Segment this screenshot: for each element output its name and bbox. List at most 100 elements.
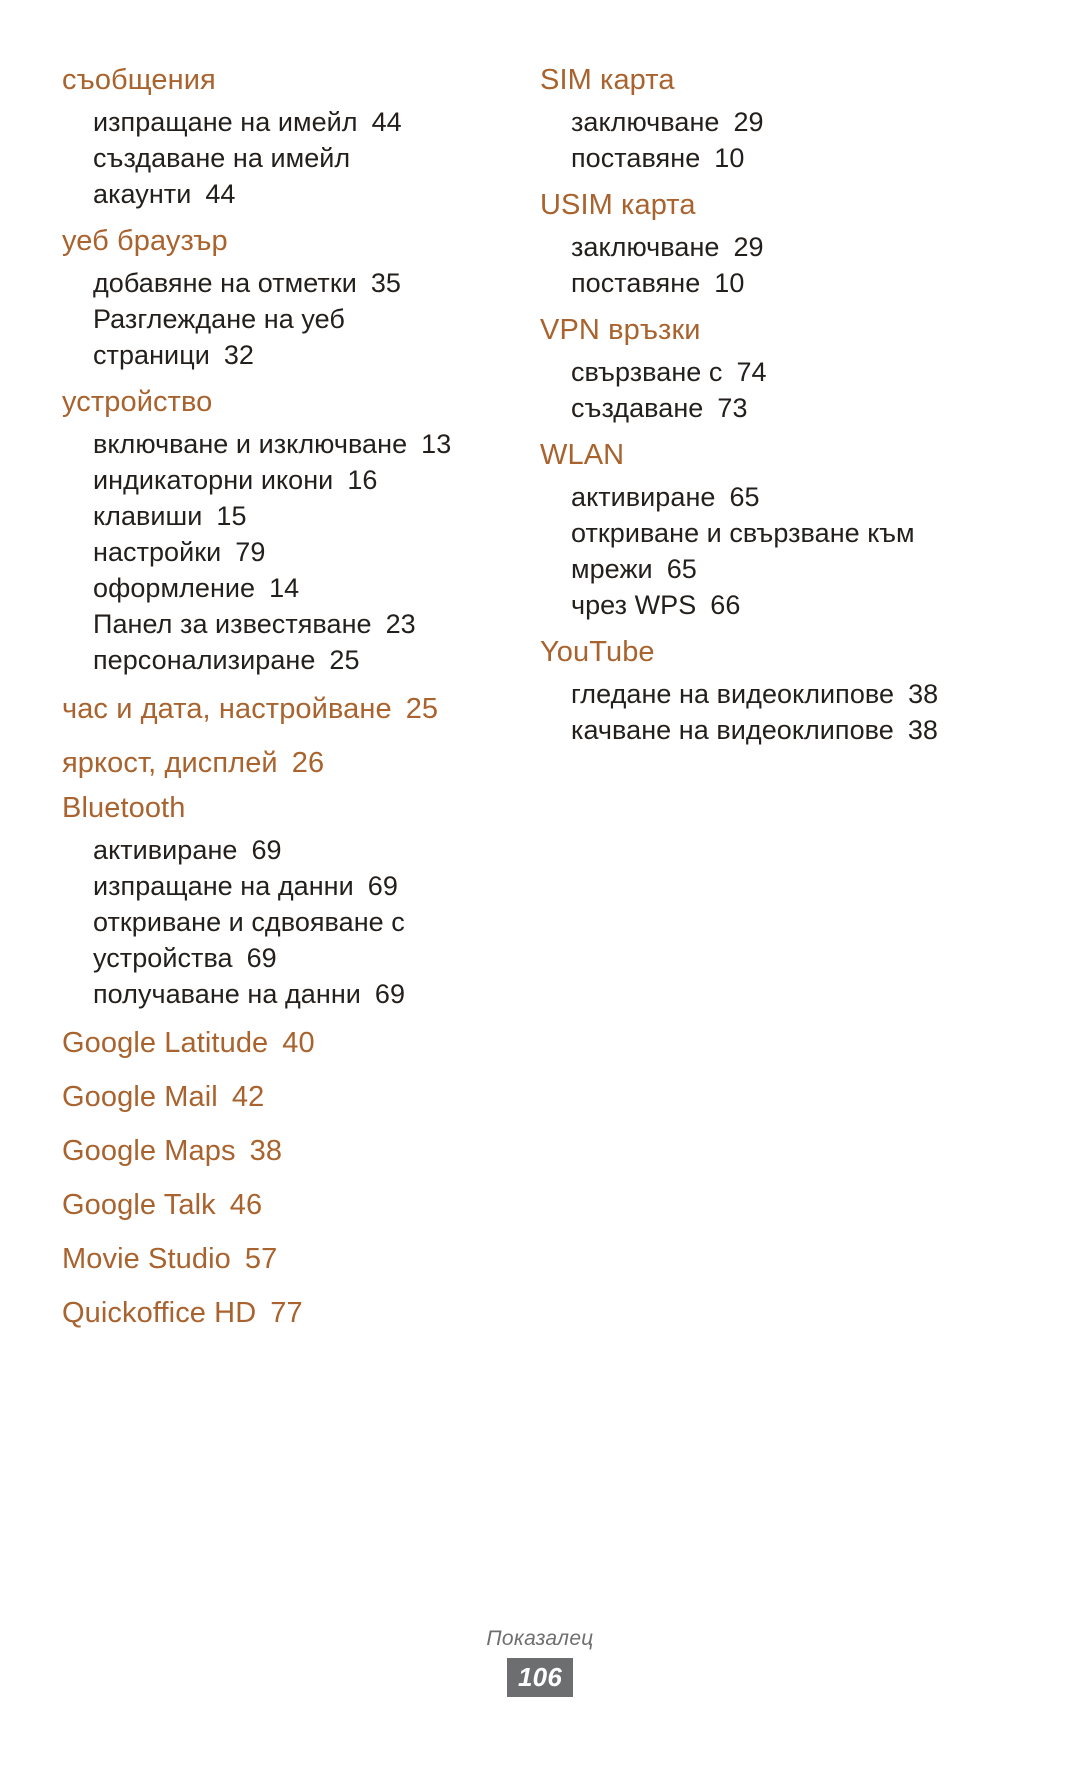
index-heading[interactable]: Google Talk 46 [62, 1183, 492, 1228]
index-subentry-page-number: 69 [374, 979, 406, 1009]
index-subentry[interactable]: получаване на данни 69 [62, 976, 492, 1012]
index-heading[interactable]: Quickoffice HD 77 [62, 1291, 492, 1336]
index-subentry-label: поставяне [571, 268, 701, 298]
index-subentry-label: изпращане на данни [93, 871, 354, 901]
index-subentry[interactable]: изпращане на имейл 44 [62, 104, 492, 140]
index-subentry[interactable]: гледане на видеоклипове 38 [540, 676, 970, 712]
index-subentry-page-number: 29 [733, 232, 764, 262]
index-group: SIM карта заключване 29 поставяне 10 [540, 58, 970, 176]
index-heading[interactable]: Bluetooth [62, 786, 492, 831]
index-heading-page-number: 57 [244, 1243, 278, 1275]
index-subentry-label: Панел за известяване [93, 609, 372, 639]
index-subentry-page-number: 73 [717, 393, 748, 423]
index-subentry[interactable]: поставяне 10 [540, 265, 970, 301]
index-subentry-label: откриване и свързване към мрежи [571, 518, 923, 584]
index-column-right: SIM карта заключване 29 поставяне 10 USIM кар… [522, 58, 970, 755]
index-group: Google Mail 42 [62, 1075, 492, 1120]
index-heading-label: Bluetooth [62, 792, 186, 824]
index-subentry-page-number: 74 [736, 357, 767, 387]
index-heading[interactable]: яркост, дисплей 26 [62, 741, 492, 786]
index-heading-page-number: 46 [229, 1189, 263, 1221]
index-heading[interactable]: Google Mail 42 [62, 1075, 492, 1120]
index-subentry[interactable]: клавиши 15 [62, 498, 492, 534]
index-heading-page-number: 42 [231, 1081, 265, 1113]
index-subentry-list: включване и изключване 13 индикаторни икон… [62, 426, 492, 678]
index-heading[interactable]: час и дата, настройване 25 [62, 687, 492, 732]
index-heading-label: SIM карта [540, 64, 675, 96]
index-subentry[interactable]: заключване 29 [540, 229, 970, 265]
index-heading[interactable]: USIM карта [540, 183, 970, 228]
index-subentry-page-number: 44 [205, 179, 236, 209]
index-subentry[interactable]: чрез WPS 66 [540, 587, 970, 623]
index-heading[interactable]: WLAN [540, 433, 970, 478]
index-subentry[interactable]: поставяне 10 [540, 140, 970, 176]
index-subentry-page-number: 14 [269, 573, 300, 603]
index-subentry[interactable]: добавяне на отметки 35 [62, 265, 492, 301]
index-subentry-label: чрез WPS [571, 590, 697, 620]
index-group: Movie Studio 57 [62, 1237, 492, 1282]
index-heading[interactable]: Google Latitude 40 [62, 1021, 492, 1066]
index-heading[interactable]: уеб браузър [62, 219, 492, 264]
index-heading-label: устройство [62, 386, 213, 418]
index-subentry[interactable]: откриване и сдвояване с устройства 69 [62, 904, 492, 976]
index-heading[interactable]: SIM карта [540, 58, 970, 103]
index-group: Google Latitude 40 [62, 1021, 492, 1066]
index-subentry-page-number: 79 [235, 537, 266, 567]
index-subentry-label: активиране [93, 835, 238, 865]
index-subentry-page-number: 65 [666, 554, 697, 584]
page-footer: Показалец 106 [0, 1626, 1080, 1697]
index-subentry-page-number: 32 [223, 340, 254, 370]
index-subentry-label: добавяне на отметки [93, 268, 357, 298]
index-subentry[interactable]: създаване на имейл акаунти 44 [62, 140, 492, 212]
index-subentry[interactable]: настройки 79 [62, 534, 492, 570]
index-heading-label: Google Maps [62, 1135, 236, 1167]
index-heading-label: час и дата, настройване [62, 693, 392, 725]
index-subentry[interactable]: включване и изключване 13 [62, 426, 492, 462]
index-subentry-page-number: 44 [371, 107, 402, 137]
index-heading[interactable]: устройство [62, 380, 492, 425]
index-subentry-label: настройки [93, 537, 222, 567]
index-subentry-label: оформление [93, 573, 256, 603]
index-subentry-page-number: 69 [251, 835, 282, 865]
index-subentry-list: активиране 65 откриване и свързване към мр… [540, 479, 970, 623]
index-subentry[interactable]: оформление 14 [62, 570, 492, 606]
index-subentry[interactable]: свързване с 74 [540, 354, 970, 390]
index-subentry[interactable]: Разглеждане на уеб страници 32 [62, 301, 492, 373]
index-group: YouTube гледане на видеоклипове 38 качване … [540, 630, 970, 748]
index-subentry[interactable]: активиране 69 [62, 832, 492, 868]
index-subentry[interactable]: създаване 73 [540, 390, 970, 426]
index-subentry-list: свързване с 74 създаване 73 [540, 354, 970, 426]
index-subentry[interactable]: заключване 29 [540, 104, 970, 140]
index-group: съобщения изпращане на имейл 44 създаване н… [62, 58, 492, 212]
index-columns: съобщения изпращане на имейл 44 създаване н… [62, 58, 1018, 1336]
index-heading[interactable]: Google Maps 38 [62, 1129, 492, 1174]
footer-section-label: Показалец [486, 1627, 594, 1650]
index-subentry-page-number: 15 [216, 501, 247, 531]
index-heading[interactable]: VPN връзки [540, 308, 970, 353]
index-heading-label: Google Mail [62, 1081, 218, 1113]
index-heading-label: USIM карта [540, 189, 696, 221]
index-heading[interactable]: YouTube [540, 630, 970, 675]
index-group: USIM карта заключване 29 поставяне 10 [540, 183, 970, 301]
index-heading-label: WLAN [540, 439, 625, 471]
index-subentry-page-number: 69 [246, 943, 277, 973]
index-subentry[interactable]: индикаторни икони 16 [62, 462, 492, 498]
index-heading-page-number: 26 [291, 747, 325, 779]
index-subentry[interactable]: изпращане на данни 69 [62, 868, 492, 904]
index-heading[interactable]: съобщения [62, 58, 492, 103]
index-subentry-list: заключване 29 поставяне 10 [540, 104, 970, 176]
index-heading-label: Movie Studio [62, 1243, 231, 1275]
index-group: Quickoffice HD 77 [62, 1291, 492, 1336]
index-subentry[interactable]: откриване и свързване към мрежи 65 [540, 515, 970, 587]
index-subentry[interactable]: качване на видеоклипове 38 [540, 712, 970, 748]
index-subentry[interactable]: активиране 65 [540, 479, 970, 515]
index-heading[interactable]: Movie Studio 57 [62, 1237, 492, 1282]
index-column-left: съобщения изпращане на имейл 44 създаване н… [62, 58, 492, 1336]
index-subentry-page-number: 65 [729, 482, 760, 512]
index-heading-page-number: 38 [249, 1135, 283, 1167]
index-group: устройство включване и изключване 13 индика… [62, 380, 492, 678]
index-subentry[interactable]: персонализиране 25 [62, 642, 492, 678]
index-group: WLAN активиране 65 откриване и свързване къ… [540, 433, 970, 623]
index-subentry[interactable]: Панел за известяване 23 [62, 606, 492, 642]
index-subentry-list: гледане на видеоклипове 38 качване на виде… [540, 676, 970, 748]
